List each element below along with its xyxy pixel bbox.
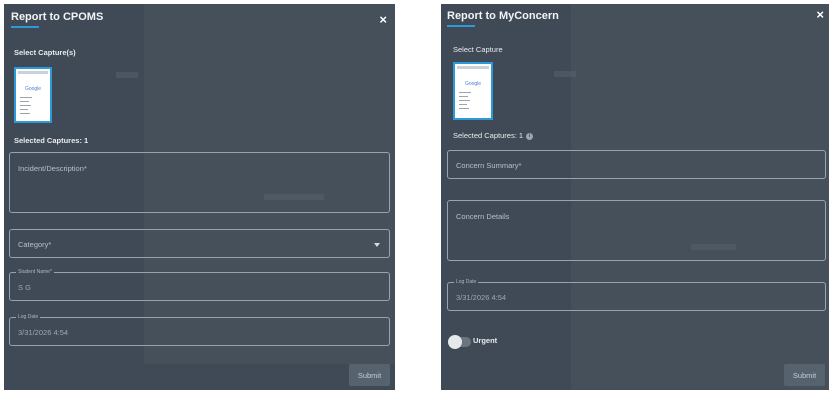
thumbnail-logo: Google bbox=[464, 81, 482, 87]
background-overlay bbox=[571, 4, 829, 390]
thumbnail-browser-bar bbox=[457, 66, 489, 69]
select-captures-label: Select Capture(s) bbox=[14, 48, 76, 57]
selected-captures-count: Selected Captures: 1i bbox=[453, 131, 534, 140]
concern-details-placeholder: Concern Details bbox=[456, 212, 510, 221]
log-date-field[interactable]: Log Date 3/31/2026 4:54 bbox=[9, 314, 390, 346]
capture-thumbnail[interactable]: Google bbox=[453, 62, 493, 120]
concern-summary-placeholder: Concern Summary* bbox=[456, 161, 522, 170]
student-name-field[interactable]: Student Name* S G bbox=[9, 269, 390, 301]
incident-description-field[interactable]: Incident/Description* bbox=[9, 152, 390, 213]
close-icon[interactable]: × bbox=[379, 13, 387, 26]
concern-summary-field[interactable]: Concern Summary* bbox=[447, 150, 826, 179]
log-date-value: 3/31/2026 4:54 bbox=[18, 328, 69, 337]
log-date-field[interactable]: Log Date 3/31/2026 4:54 bbox=[447, 279, 826, 311]
log-date-legend: Log Date bbox=[454, 279, 479, 286]
capture-thumbnail[interactable]: Google bbox=[14, 67, 52, 123]
incident-description-placeholder: Incident/Description* bbox=[18, 164, 87, 173]
background-text bbox=[116, 72, 138, 78]
background-text bbox=[554, 71, 576, 77]
title-underline bbox=[11, 26, 39, 28]
selected-captures-text: Selected Captures: 1 bbox=[453, 131, 524, 140]
report-to-myconcern-dialog: Report to MyConcern × Select Capture Goo… bbox=[441, 4, 829, 390]
student-name-legend: Student Name* bbox=[16, 269, 54, 276]
selected-captures-count: Selected Captures: 1 bbox=[14, 136, 89, 145]
title-underline bbox=[447, 25, 475, 27]
report-to-cpoms-dialog: Report to CPOMS × Select Capture(s) Goog… bbox=[4, 4, 395, 390]
category-placeholder: Category* bbox=[18, 240, 52, 249]
toggle-knob bbox=[448, 335, 462, 349]
info-icon[interactable]: i bbox=[526, 132, 534, 140]
urgent-toggle[interactable] bbox=[448, 335, 471, 349]
dialog-title: Report to MyConcern bbox=[447, 10, 559, 22]
log-date-value: 3/31/2026 4:54 bbox=[456, 293, 507, 302]
dialog-title: Report to CPOMS bbox=[11, 11, 104, 23]
log-date-legend: Log Date bbox=[16, 314, 41, 321]
concern-details-field[interactable]: Concern Details bbox=[447, 200, 826, 261]
chevron-down-icon bbox=[374, 243, 380, 247]
student-name-value: S G bbox=[18, 283, 31, 292]
submit-button[interactable]: Submit bbox=[349, 364, 390, 386]
category-select[interactable]: Category* bbox=[9, 229, 390, 258]
select-capture-label: Select Capture bbox=[453, 45, 503, 54]
close-icon[interactable]: × bbox=[816, 8, 824, 21]
thumbnail-logo: Google bbox=[24, 86, 42, 92]
submit-button[interactable]: Submit bbox=[784, 364, 825, 386]
urgent-label: Urgent bbox=[473, 336, 498, 345]
thumbnail-browser-bar bbox=[18, 71, 48, 74]
